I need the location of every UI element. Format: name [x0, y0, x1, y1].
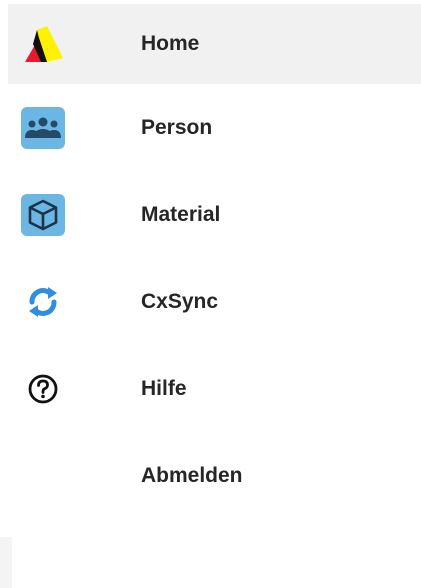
menu-item-person[interactable]: Person [8, 84, 421, 171]
menu-item-label: Material [141, 202, 221, 226]
people-group-icon [20, 106, 66, 150]
menu-item-abmelden[interactable]: Abmelden [8, 432, 421, 519]
menu-item-label: Hilfe [141, 376, 187, 400]
menu-item-label: Abmelden [141, 463, 243, 487]
drawer-edge [0, 537, 12, 588]
menu-item-label: Person [141, 115, 213, 139]
navigation-drawer: Home Person Material CxSync Hilfe Abmeld… [0, 0, 421, 588]
menu-item-material[interactable]: Material [8, 171, 421, 258]
menu-item-label: Home [141, 32, 200, 55]
menu-item-hilfe[interactable]: Hilfe [8, 345, 421, 432]
menu-item-cxsync[interactable]: CxSync [8, 258, 421, 345]
menu-item-label: CxSync [141, 289, 219, 313]
help-circle-icon [20, 367, 66, 411]
cube-icon [20, 193, 66, 237]
company-logo-icon [20, 22, 66, 66]
drawer-menu: Home Person Material CxSync Hilfe Abmeld… [8, 0, 421, 519]
sync-icon [20, 280, 66, 324]
menu-item-home[interactable]: Home [8, 4, 421, 84]
